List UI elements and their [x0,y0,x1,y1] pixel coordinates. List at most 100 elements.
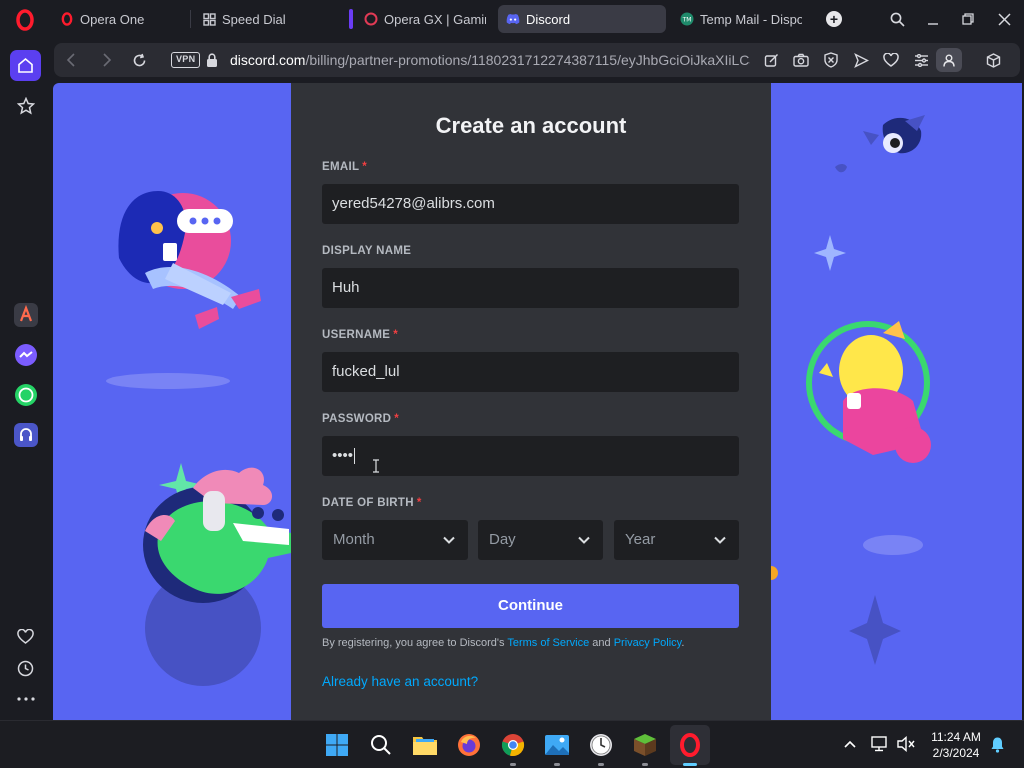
clock-time: 11:24 AM [931,730,981,744]
tab-temp-mail[interactable]: TM Temp Mail - Disposal [672,5,812,33]
forward-icon[interactable] [98,51,116,69]
vpn-badge[interactable]: VPN [171,52,201,68]
share-edit-icon[interactable] [762,51,780,69]
date-of-birth-label: DATE OF BIRTH * [322,497,422,509]
tab-label: Speed Dial [222,11,286,27]
lock-icon[interactable] [206,53,218,67]
camera-icon[interactable] [792,51,810,69]
address-bar[interactable]: VPN discord.com/billing/partner-promotio… [54,43,1020,77]
screen: Opera One Speed Dial Opera GX | Gaming B… [0,0,1024,768]
label-text: USERNAME [322,329,391,341]
label-text: EMAIL [322,161,360,173]
system-clock[interactable]: 11:24 AM 2/3/2024 [924,729,988,761]
register-form-panel: Create an account EMAIL * yered54278@alib… [291,83,771,720]
terms-notice: By registering, you agree to Discord's T… [322,637,739,649]
easy-setup-icon[interactable] [912,51,930,69]
notification-bell-icon[interactable] [988,735,1006,753]
discord-register-page: Create an account EMAIL * yered54278@alib… [53,83,1022,720]
label-text: PASSWORD [322,413,392,425]
url-host: discord.com [230,52,306,68]
star-icon[interactable] [10,90,41,121]
text-caret [354,448,356,465]
chevron-down-icon [578,536,590,544]
firefox-icon[interactable] [455,731,483,759]
tab-label: Opera GX | Gaming B [384,11,486,27]
display-name-label: DISPLAY NAME [322,245,411,257]
close-icon[interactable] [993,8,1015,30]
tab-speed-dial[interactable]: Speed Dial [194,5,334,33]
discord-icon [506,12,520,26]
required-marker: * [362,161,368,173]
username-field[interactable]: fucked_lul [322,352,739,392]
password-label: PASSWORD * [322,413,399,425]
password-field[interactable]: •••• [322,436,739,476]
terms-of-service-link[interactable]: Terms of Service [507,637,589,649]
terms-and: and [589,637,614,649]
whatsapp-icon[interactable] [10,379,41,410]
back-icon[interactable] [62,51,80,69]
volume-muted-icon[interactable] [897,735,915,753]
history-clock-icon[interactable] [10,653,41,684]
search-icon[interactable] [367,731,395,759]
url-text[interactable]: discord.com/billing/partner-promotions/1… [230,52,750,70]
heart-icon[interactable] [882,51,900,69]
home-icon[interactable] [10,50,41,81]
tab-opera-one[interactable]: Opera One [52,5,186,33]
messenger-icon[interactable] [10,339,41,370]
more-options-icon[interactable] [10,683,41,714]
minimize-icon[interactable] [922,8,944,30]
tab-separator [190,10,191,28]
month-select[interactable]: Month [322,520,468,560]
adblock-shield-icon[interactable] [822,51,840,69]
month-placeholder: Month [333,531,375,548]
chevron-up-icon[interactable] [841,735,859,753]
tab-discord[interactable]: Discord [498,5,666,33]
search-tabs-icon[interactable] [886,8,908,30]
opera-gx-icon [364,12,378,26]
username-label: USERNAME * [322,329,398,341]
file-explorer-icon[interactable] [411,731,439,759]
profile-icon[interactable] [936,48,962,72]
label-text: DISPLAY NAME [322,245,412,257]
aria-icon[interactable] [10,299,41,330]
continue-button[interactable]: Continue [322,584,739,628]
clock-date: 2/3/2024 [932,746,980,760]
send-icon[interactable] [852,51,870,69]
clock-app-icon[interactable] [587,731,615,759]
extensions-cube-icon[interactable] [984,51,1002,69]
address-toolbar: VPN discord.com/billing/partner-promotio… [52,40,1024,80]
display-name-field[interactable]: Huh [322,268,739,308]
restore-icon[interactable] [957,8,979,30]
required-marker: * [416,497,422,509]
browser-tab-bar: Opera One Speed Dial Opera GX | Gaming B… [0,0,1024,38]
year-select[interactable]: Year [614,520,739,560]
text-cursor-icon [373,459,379,473]
tab-island-marker [349,9,353,29]
pinboard-heart-icon[interactable] [10,621,41,652]
reload-icon[interactable] [130,51,148,69]
day-placeholder: Day [489,531,516,548]
chrome-icon[interactable] [499,731,527,759]
active-indicator [683,763,697,766]
opera-sidebar [0,38,52,720]
network-icon[interactable] [871,735,889,753]
email-label: EMAIL * [322,161,367,173]
tab-opera-gx[interactable]: Opera GX | Gaming B [356,5,496,33]
privacy-policy-link[interactable]: Privacy Policy [614,637,682,649]
running-indicator [510,763,516,766]
windows-start-icon[interactable] [323,731,351,759]
music-player-icon[interactable] [10,419,41,450]
minecraft-icon[interactable] [631,731,659,759]
label-text: DATE OF BIRTH [322,497,414,509]
login-link[interactable]: Already have an account? [322,674,478,689]
password-dots: •••• [332,447,354,464]
temp-mail-icon: TM [680,12,694,26]
day-select[interactable]: Day [478,520,603,560]
email-field[interactable]: yered54278@alibrs.com [322,184,739,224]
photos-icon[interactable] [543,731,571,759]
opera-menu-icon[interactable] [12,7,38,33]
opera-taskbar-icon[interactable] [676,731,704,759]
required-marker: * [393,329,398,341]
opera-tab-icon [60,12,74,26]
new-tab-icon[interactable]: + [826,11,842,27]
